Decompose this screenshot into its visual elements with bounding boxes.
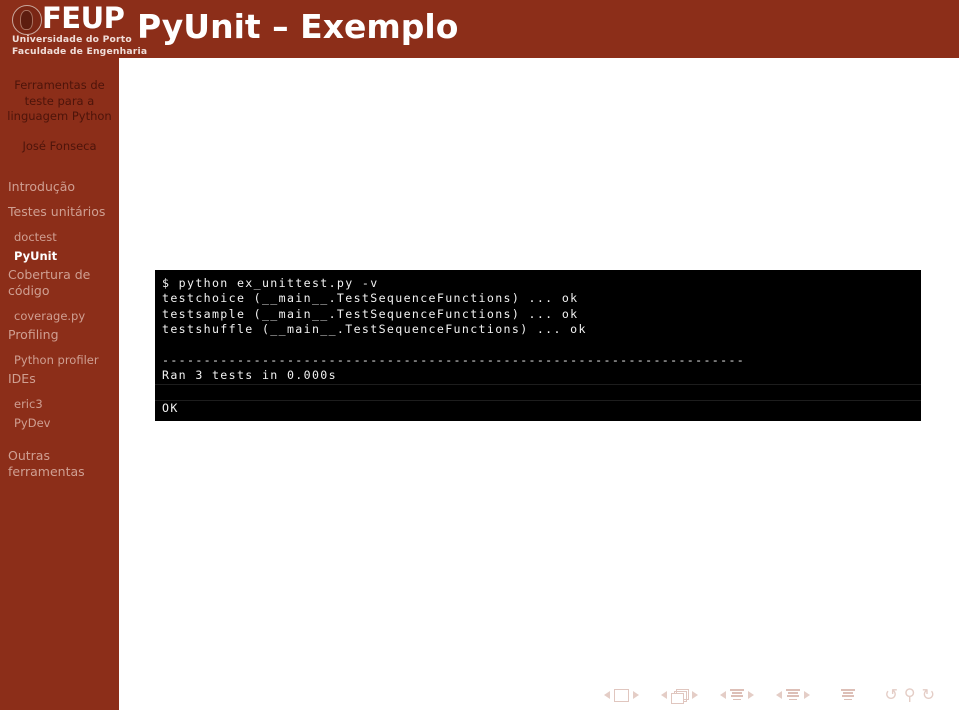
sidebar-item-eric3[interactable]: eric3 <box>0 396 119 412</box>
prev-section-icon[interactable] <box>776 691 782 699</box>
terminal-line: testshuffle (__main__.TestSequenceFuncti… <box>162 322 587 337</box>
sidebar: Ferramentas de teste para a linguagem Py… <box>0 58 119 710</box>
sidebar-item-ides[interactable]: IDEs <box>0 371 119 387</box>
presentation-author: José Fonseca <box>22 138 97 153</box>
section-icon[interactable] <box>786 689 800 701</box>
terminal-line: testsample (__main__.TestSequenceFunctio… <box>162 306 579 321</box>
slide-content: $ python ex_unittest.py -v testchoice (__… <box>119 58 959 710</box>
contents-icon[interactable] <box>840 689 855 701</box>
back-icon[interactable]: ↺ <box>884 687 897 703</box>
feup-seal-icon <box>12 5 42 35</box>
sidebar-item-python-profiler[interactable]: Python profiler <box>0 352 119 368</box>
section-nav-group[interactable] <box>772 689 814 701</box>
terminal-line: ----------------------------------------… <box>162 353 746 368</box>
sidebar-item-doctest[interactable]: doctest <box>0 229 119 245</box>
search-icon[interactable]: ⚲ <box>904 687 916 703</box>
terminal-separator-line <box>155 383 921 400</box>
frames-icon[interactable] <box>671 688 689 704</box>
next-frame-icon[interactable] <box>692 691 698 699</box>
prev-frame-icon[interactable] <box>661 691 667 699</box>
beamer-navigation-bar[interactable]: ↺ ⚲ ↻ <box>600 684 952 706</box>
frame-nav-group[interactable] <box>657 688 702 704</box>
sidebar-item-profiling[interactable]: Profiling <box>0 327 119 343</box>
subsection-icon[interactable] <box>730 689 744 701</box>
history-nav-group[interactable]: ↺ ⚲ ↻ <box>881 687 938 703</box>
prev-slide-icon[interactable] <box>604 691 610 699</box>
sidebar-item-outras-ferramentas[interactable]: Outras ferramentas <box>0 448 119 480</box>
sidebar-item-coverage-py[interactable]: coverage.py <box>0 308 119 324</box>
contents-nav-group[interactable] <box>840 689 855 701</box>
sidebar-item-testes-unit-rios[interactable]: Testes unitários <box>0 204 119 220</box>
feup-faculty-line: Faculdade de Engenharia <box>12 46 148 57</box>
sidebar-item-pydev[interactable]: PyDev <box>0 415 119 431</box>
prev-subsection-icon[interactable] <box>720 691 726 699</box>
slide-header: FEUP Universidade do Porto Faculdade de … <box>0 0 959 58</box>
page-title: PyUnit – Exemplo <box>137 7 459 46</box>
terminal-line: Ran 3 tests in 0.000s <box>162 368 337 383</box>
next-slide-icon[interactable] <box>633 691 639 699</box>
sidebar-nav: Introdução Testes unitários doctest PyUnit C… <box>0 179 119 480</box>
terminal-line: testchoice (__main__.TestSequenceFunctio… <box>162 291 579 306</box>
next-section-icon[interactable] <box>804 691 810 699</box>
subsection-nav-group[interactable] <box>716 689 758 701</box>
feup-acronym: FEUP <box>42 1 125 35</box>
terminal-output: $ python ex_unittest.py -v testchoice (__… <box>155 270 921 421</box>
feup-logo: FEUP Universidade do Porto Faculdade de … <box>6 1 147 57</box>
next-subsection-icon[interactable] <box>748 691 754 699</box>
sidebar-item-cobertura-de-c-digo[interactable]: Cobertura de código <box>0 267 119 299</box>
forward-icon[interactable]: ↻ <box>922 687 935 703</box>
slide-nav-group[interactable] <box>600 688 643 702</box>
terminal-line: OK <box>155 400 921 416</box>
slide-icon[interactable] <box>614 688 629 702</box>
sidebar-item-pyunit[interactable]: PyUnit <box>0 248 119 264</box>
feup-university-line: Universidade do Porto <box>12 34 132 45</box>
presentation-title: Ferramentas de teste para a linguagem Py… <box>7 78 112 123</box>
terminal-line: $ python ex_unittest.py -v <box>162 276 379 290</box>
sidebar-item-introdu-o[interactable]: Introdução <box>0 179 119 195</box>
